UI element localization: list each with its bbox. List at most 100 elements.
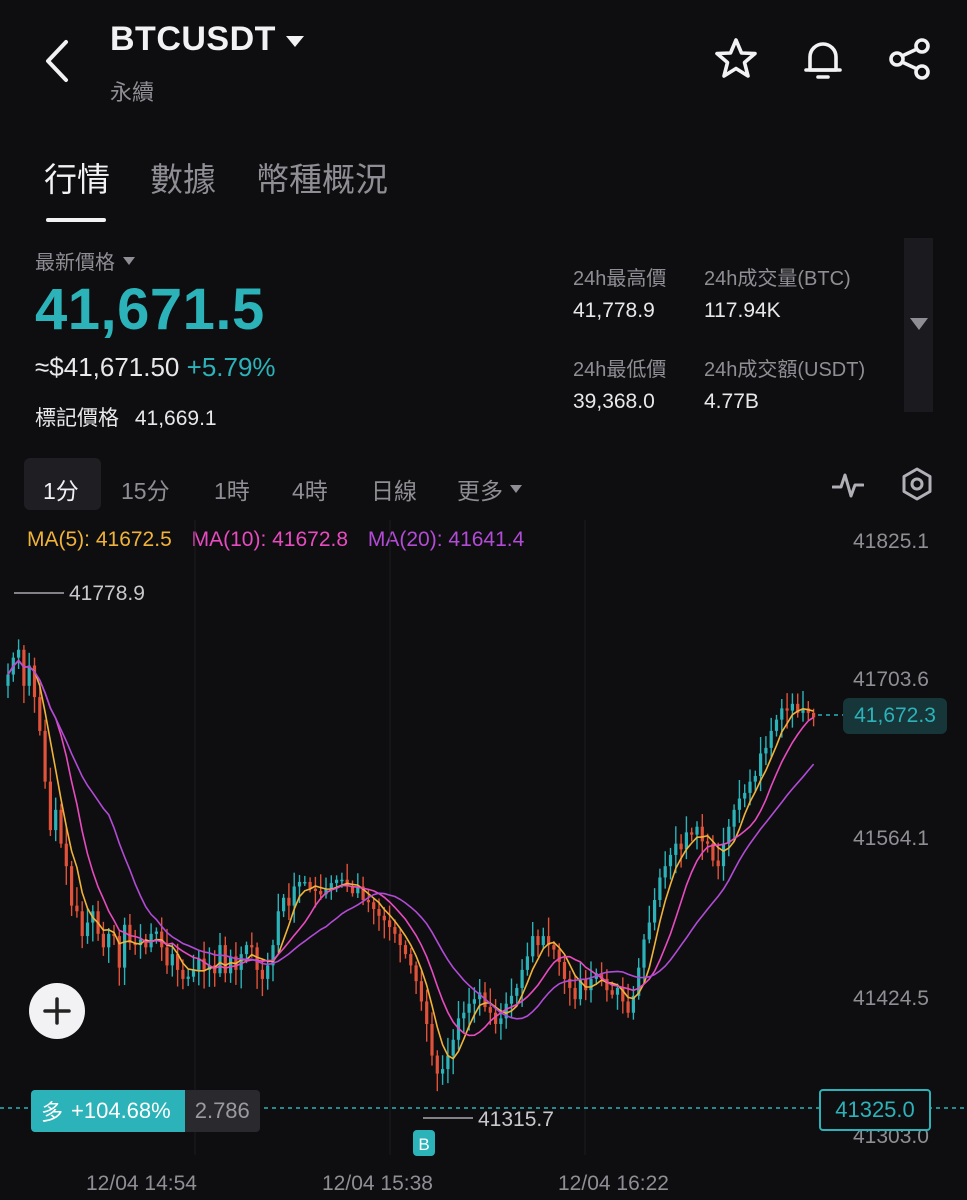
volume-btc-value: 117.94K [704,299,781,322]
candle [419,970,423,1011]
candle [668,847,673,880]
buy-marker-label: B [418,1135,429,1154]
y-tick: 41703.6 [853,668,929,691]
candle [499,1003,503,1040]
tab-market[interactable]: 行情 [44,153,110,201]
candle [202,941,206,989]
high-value: 41,778.9 [573,299,655,322]
x-tick: 12/04 16:22 [558,1172,669,1195]
candle [239,946,243,989]
candle [642,934,646,983]
plus-icon [43,997,71,1025]
candle [287,883,291,921]
candle [144,933,148,955]
candle [578,962,582,1006]
share-button[interactable] [887,36,933,82]
candle [276,893,280,953]
candle [372,898,376,925]
candle [388,905,392,941]
chart-grid [194,520,586,1155]
candle [149,923,153,953]
candle [515,983,519,1006]
candle [292,872,296,923]
candle [568,970,572,1006]
mark-price-value: 41,669.1 [134,407,217,430]
position-qty: 2.786 [184,1090,260,1132]
candle [48,767,52,836]
interval-15m[interactable]: 15分 [121,472,170,506]
price-type-selector[interactable]: 最新價格 [35,246,135,275]
candle [721,827,726,881]
tab-overview[interactable]: 幣種概況 [256,153,388,201]
candle [335,875,339,893]
ma10-line [7,659,815,1037]
ma-lines [7,659,815,1060]
candle [790,693,794,728]
candle [796,693,800,718]
star-icon [715,38,757,78]
ma5-line [7,659,814,1060]
interval-more[interactable]: 更多 [457,472,522,506]
mark-price-label: 標記價格 [35,407,119,430]
caret-down-icon [285,36,304,47]
candle [107,928,111,963]
active-tab-indicator [46,218,106,222]
candle [85,908,90,944]
interval-4h[interactable]: 4時 [292,472,328,506]
candle [59,803,63,848]
candle [562,954,567,994]
candle [329,875,333,900]
candle [441,1055,445,1085]
caret-down-icon [910,318,928,330]
candle [409,947,413,974]
buy-marker[interactable]: B [413,1130,435,1156]
candle [266,952,270,990]
tab-data[interactable]: 數據 [150,153,216,201]
candle [138,924,143,959]
candle [403,940,408,959]
candle [260,959,264,997]
candle [801,690,805,722]
favorite-button[interactable] [713,36,759,82]
candle [743,784,747,808]
interval-1h[interactable]: 1時 [214,472,250,506]
position-side: 多 [41,1100,64,1125]
candle [589,961,593,1003]
candle [690,827,694,842]
candle [478,979,482,1016]
x-tick: 12/04 15:38 [322,1172,433,1195]
interval-1d[interactable]: 日線 [371,472,417,506]
alert-button[interactable] [800,36,846,82]
volume-usdt-value: 4.77B [704,390,759,413]
candle [541,927,545,949]
candle [223,936,227,983]
interval-1m[interactable]: 1分 [43,472,79,506]
candle [615,983,620,1010]
position-badge[interactable]: 多 +104.68% 2.786 [31,1090,260,1132]
chart-settings-button[interactable] [900,466,934,507]
caret-down-icon [510,485,522,493]
add-button[interactable] [29,983,85,1039]
low-value: 39,368.0 [573,390,655,413]
symbol-selector[interactable]: BTCUSDT [110,20,304,59]
candle [547,917,551,957]
candle [75,887,79,918]
candle [435,1050,439,1092]
candle [732,804,736,842]
last-price: 41,671.5 [35,277,265,342]
crosshair-price-tag: 41325.0 [819,1089,931,1131]
candle [737,779,741,823]
candle [6,663,10,699]
candle [128,913,132,950]
candle [483,982,487,1012]
candle [398,929,402,963]
candle [345,863,349,893]
candle [255,942,259,989]
volume-btc-label: 24h成交量(BTC) [704,268,851,290]
indicator-button[interactable] [831,470,865,505]
y-tick: 41825.1 [853,530,929,553]
candle [679,834,683,868]
back-button[interactable] [40,38,80,84]
usd-price: ≈$41,671.50 [35,352,180,382]
candle [165,928,169,974]
